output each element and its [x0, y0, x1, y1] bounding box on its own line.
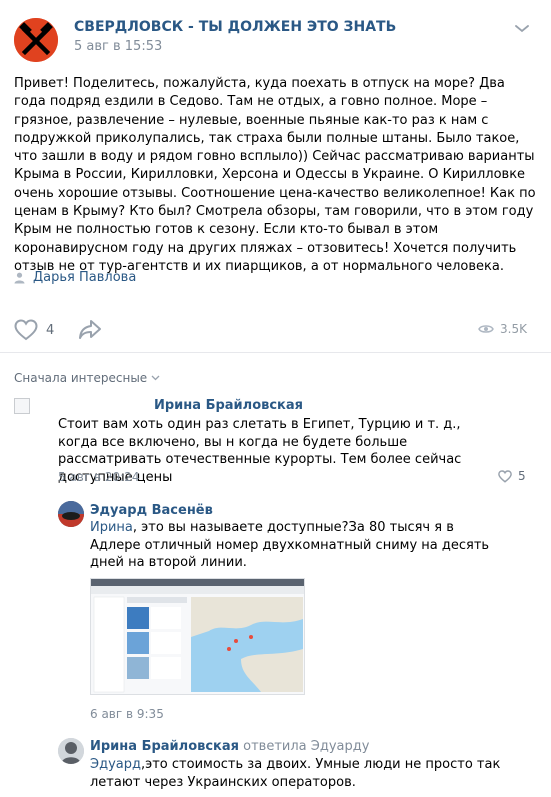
comments-sort-label: Сначала интересные — [14, 371, 148, 385]
comment-text: Ирина, это вы называете доступные?За 80 … — [90, 519, 490, 572]
comment-like-button[interactable]: 5 — [498, 469, 526, 483]
like-button[interactable]: 4 — [14, 319, 54, 341]
comment-date[interactable]: 6 авг в 9:35 — [90, 707, 164, 721]
heart-icon — [14, 319, 38, 341]
comment-author-name[interactable]: Ирина Брайловская — [90, 739, 239, 754]
share-arrow-icon[interactable] — [78, 319, 102, 341]
post-author-name[interactable]: Дарья Павлова — [33, 270, 136, 285]
like-count: 4 — [46, 322, 55, 338]
group-avatar[interactable] — [14, 18, 58, 62]
chevron-down-icon — [151, 375, 160, 381]
comment-author-name[interactable]: Эдуард Васенёв — [90, 503, 213, 518]
comment-author-name[interactable]: Ирина Брайловская — [154, 398, 303, 413]
avatar-photo-icon — [58, 738, 84, 764]
comment-body: , это вы называете доступные?За 80 тысяч… — [90, 520, 490, 571]
views-count: 3.5K — [500, 322, 527, 336]
more-dots-icon[interactable] — [512, 25, 532, 33]
comment-like-count: 5 — [518, 469, 526, 483]
commenter-avatar[interactable] — [58, 501, 84, 527]
comment-header: Ирина Брайловская ответила Эдуарду — [90, 739, 369, 754]
comments-sort-dropdown[interactable]: Сначала интересные — [14, 371, 160, 385]
heart-icon — [498, 469, 512, 483]
comment-date[interactable]: 5 авг в 20:24 — [58, 470, 139, 484]
reply-mention-link[interactable]: Эдуард — [90, 757, 141, 772]
person-icon — [14, 272, 25, 283]
avatar-photo-icon — [58, 501, 84, 527]
group-name[interactable]: СВЕРДЛОВСК - ТЫ ДОЛЖЕН ЭТО ЗНАТЬ — [74, 19, 396, 35]
post-author[interactable]: Дарья Павлова — [14, 270, 136, 285]
comment-text: Эдуард,это стоимость за двоих. Умные люд… — [90, 756, 510, 791]
commenter-avatar[interactable] — [58, 738, 84, 764]
hammers-logo-icon — [14, 18, 58, 62]
views-counter: 3.5K — [478, 322, 527, 336]
post-text: Привет! Поделитесь, пожалуйста, куда пое… — [14, 76, 536, 274]
attached-screenshot[interactable] — [90, 578, 305, 695]
commenter-avatar[interactable] — [14, 398, 30, 414]
post-date[interactable]: 5 авг в 15:53 — [74, 39, 162, 54]
divider — [0, 352, 551, 353]
reply-mention-link[interactable]: Ирина — [90, 520, 133, 535]
reply-action[interactable]: ответила Эдуарду — [243, 739, 369, 754]
attachment-image-icon — [91, 579, 304, 694]
eye-icon — [478, 325, 494, 333]
comment-body: ,это стоимость за двоих. Умные люди не п… — [90, 757, 501, 790]
